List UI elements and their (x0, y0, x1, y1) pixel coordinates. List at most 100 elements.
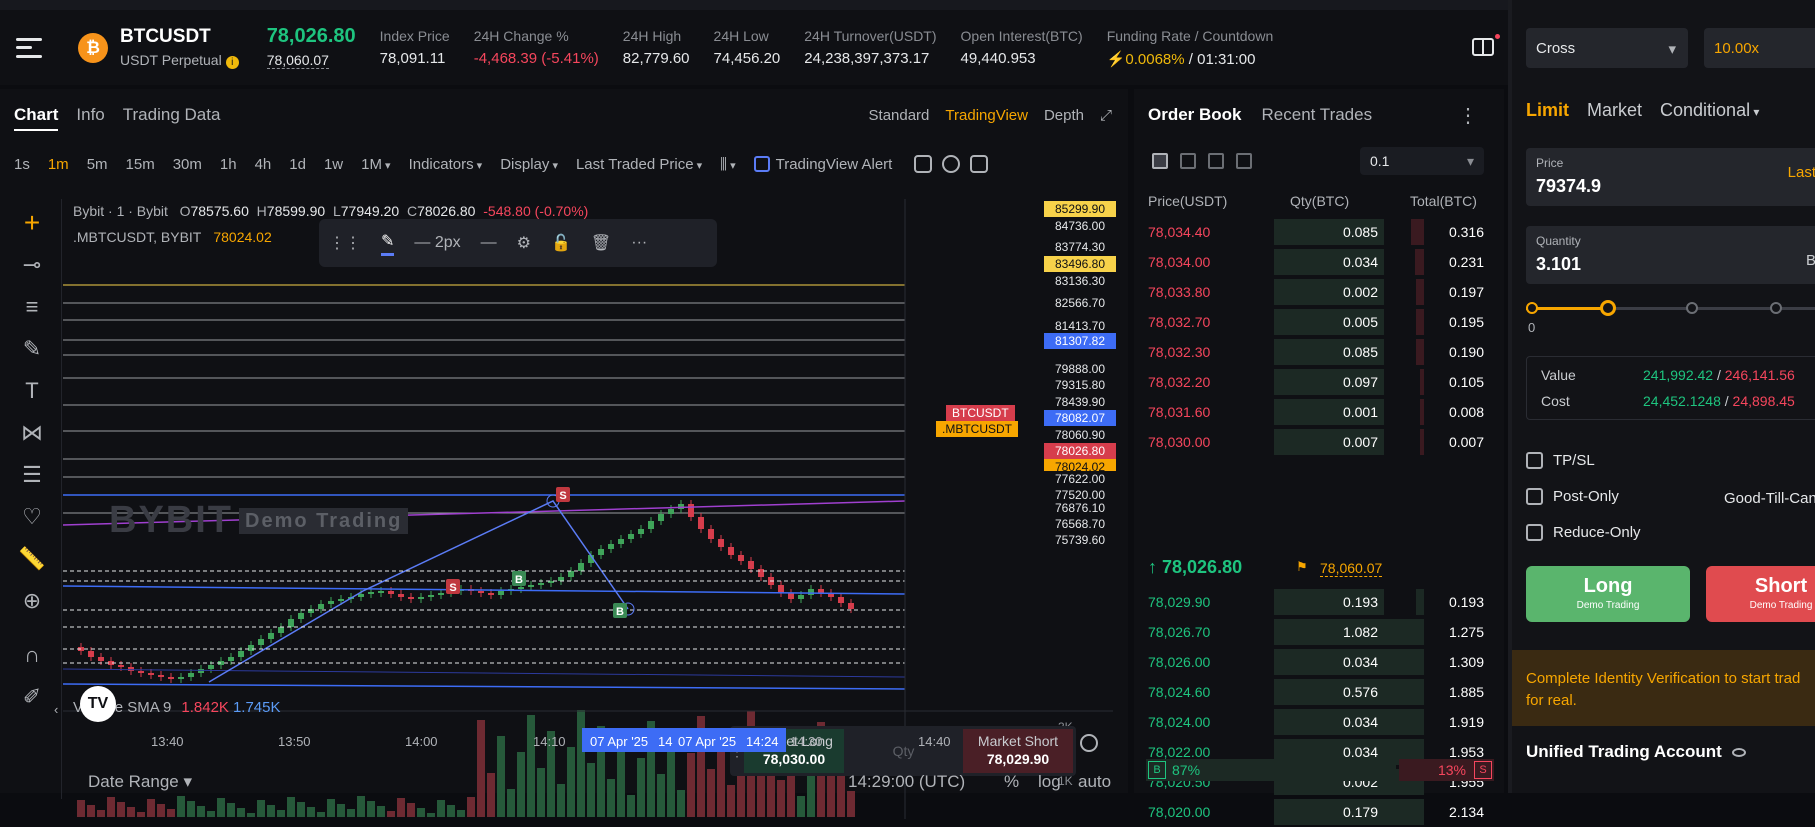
drag-handle-icon[interactable]: ⋮⋮ (329, 233, 361, 253)
time-in-force-select[interactable]: Good-Till-Canc (1724, 490, 1815, 507)
expand-icon[interactable]: ⤢ (1100, 107, 1112, 124)
bid-row[interactable]: 78,029.90 0.193 0.193 (1134, 587, 1504, 617)
tradingview-logo-icon[interactable]: TV (80, 686, 116, 722)
long-button[interactable]: Long Demo Trading (1526, 566, 1690, 622)
pencil-icon[interactable]: ✎ (381, 231, 395, 256)
slider-step[interactable] (1686, 302, 1698, 314)
slider-step[interactable] (1526, 302, 1538, 314)
brush-icon[interactable]: ✎ (16, 333, 48, 365)
more-vertical-icon[interactable]: ⋮ (1458, 103, 1478, 128)
line-style-icon[interactable]: — (481, 234, 497, 252)
quantity-field[interactable]: Quantity 3.101 B (1526, 226, 1815, 284)
tpsl-checkbox[interactable]: TP/SL (1526, 452, 1595, 469)
tab-recent-trades[interactable]: Recent Trades (1262, 105, 1373, 125)
timeframe-item[interactable]: 1m (48, 156, 69, 173)
view-depth[interactable]: Depth (1044, 107, 1084, 124)
tab-trading-data[interactable]: Trading Data (123, 105, 221, 131)
timeframe-item[interactable]: 1h (220, 156, 237, 173)
bid-row[interactable]: 78,024.60 0.576 1.885 (1134, 677, 1504, 707)
eye-icon[interactable] (1731, 747, 1746, 757)
timeframe-item[interactable]: 5m (87, 156, 108, 173)
timeframe-item[interactable]: 4h (255, 156, 272, 173)
ruler-icon[interactable]: 📏 (16, 543, 48, 575)
layout-both-icon[interactable] (1152, 153, 1168, 169)
utc-time[interactable]: 14:29:00 (UTC) (848, 772, 965, 792)
quantity-slider[interactable] (1526, 300, 1815, 320)
reduce-only-checkbox[interactable]: Reduce-Only (1526, 524, 1641, 541)
chart-settings-icon[interactable] (1080, 734, 1098, 752)
info-icon[interactable]: i (225, 56, 239, 69)
layout-icon[interactable] (970, 155, 989, 173)
price-type-dropdown[interactable]: Last Traded Price (576, 156, 702, 173)
tab-market[interactable]: Market (1587, 100, 1642, 121)
bid-row[interactable]: 78,026.00 0.034 1.309 (1134, 647, 1504, 677)
settings-icon[interactable] (942, 155, 961, 173)
timeframe-item[interactable]: 1s (14, 156, 30, 173)
ask-row[interactable]: 78,034.40 0.085 0.316 (1134, 217, 1504, 247)
book-icon[interactable] (1472, 38, 1494, 56)
price-last-button[interactable]: Last (1788, 164, 1815, 181)
quantity-unit[interactable]: B (1806, 252, 1815, 269)
settings-icon[interactable]: ⚙ (517, 233, 531, 253)
tab-limit[interactable]: Limit (1526, 100, 1569, 121)
text-icon[interactable]: T (16, 375, 48, 407)
tab-info[interactable]: Info (76, 105, 104, 131)
timeframe-item[interactable]: 15m (126, 156, 155, 173)
kyc-banner[interactable]: Complete Identity Verification to start … (1512, 650, 1815, 726)
ask-row[interactable]: 78,032.30 0.085 0.190 (1134, 337, 1504, 367)
short-button[interactable]: Short Demo Trading (1706, 566, 1815, 622)
indicators-dropdown[interactable]: Indicators (409, 156, 483, 173)
trash-icon[interactable]: 🗑 (591, 233, 611, 253)
layout-bids-icon[interactable] (1208, 153, 1224, 169)
auto-toggle[interactable]: auto (1078, 772, 1111, 792)
time-axis[interactable]: 13:40 13:50 14:00 14:10 14:30 14:40 07 A… (63, 728, 1113, 752)
layout-asks-icon[interactable] (1236, 153, 1252, 169)
heart-icon[interactable]: ♡ (16, 501, 48, 533)
price-field[interactable]: Price 79374.9 Last (1526, 148, 1815, 206)
tv-alert-button[interactable]: TradingView Alert (753, 156, 892, 173)
unlock-icon[interactable]: 🔓 (551, 233, 571, 253)
timeframe-item[interactable]: 1w (324, 156, 343, 173)
ask-row[interactable]: 78,032.70 0.005 0.195 (1134, 307, 1504, 337)
timeframe-item[interactable]: 1M (361, 156, 390, 173)
bid-row[interactable]: 78,024.00 0.034 1.919 (1134, 707, 1504, 737)
ask-row[interactable]: 78,031.60 0.001 0.008 (1134, 397, 1504, 427)
checkbox-box[interactable] (1526, 452, 1543, 469)
display-dropdown[interactable]: Display (500, 156, 558, 173)
ask-row[interactable]: 78,030.00 0.007 0.007 (1134, 427, 1504, 457)
symbol-block[interactable]: BTCUSDT USDT Perpetual i (120, 26, 239, 69)
fib-lines-icon[interactable]: ≡ (16, 291, 48, 323)
ask-row[interactable]: 78,033.80 0.002 0.197 (1134, 277, 1504, 307)
tick-size-select[interactable]: 0.1 (1360, 147, 1484, 175)
date-range-button[interactable]: Date Range ▾ (88, 772, 192, 792)
candle-type-icon[interactable]: ⫼ (720, 156, 735, 173)
view-standard[interactable]: Standard (869, 107, 930, 124)
log-toggle[interactable]: log (1038, 772, 1061, 792)
trend-line-icon[interactable]: ⊸ (16, 249, 48, 281)
price-axis[interactable]: 85299.90 84736.00 83774.30 83496.80 83136.30… (1044, 199, 1116, 685)
pattern-icon[interactable]: ⋈ (16, 417, 48, 449)
slider-thumb[interactable] (1600, 300, 1616, 316)
layout-grid-icon[interactable] (1180, 153, 1196, 169)
ask-row[interactable]: 78,032.20 0.097 0.105 (1134, 367, 1504, 397)
col-total[interactable]: Total(BTC) (1410, 193, 1477, 209)
view-tradingview[interactable]: TradingView (945, 107, 1028, 124)
camera-icon[interactable] (914, 155, 933, 173)
post-only-checkbox[interactable]: Post-Only (1526, 488, 1619, 505)
slider-step[interactable] (1770, 302, 1782, 314)
leverage-select[interactable]: 10.00x (1704, 28, 1815, 68)
mark-price[interactable]: 78,060.07 (266, 52, 329, 69)
timeframe-item[interactable]: 30m (173, 156, 202, 173)
percent-toggle[interactable]: % (1004, 772, 1019, 792)
zoom-in-icon[interactable]: ⊕ (16, 585, 48, 617)
tab-conditional[interactable]: Conditional (1660, 100, 1759, 121)
menu-icon[interactable] (16, 37, 42, 58)
tab-order-book[interactable]: Order Book (1148, 105, 1242, 125)
quantity-input[interactable]: 3.101 (1536, 254, 1815, 275)
margin-mode-select[interactable]: Cross (1526, 28, 1688, 68)
magnet-icon[interactable]: ∩ (16, 639, 48, 671)
price-input[interactable]: 79374.9 (1536, 176, 1815, 197)
checkbox-box[interactable] (1526, 488, 1543, 505)
bid-row[interactable]: 78,020.00 0.179 2.134 (1134, 797, 1504, 827)
tab-chart[interactable]: Chart (14, 105, 59, 131)
